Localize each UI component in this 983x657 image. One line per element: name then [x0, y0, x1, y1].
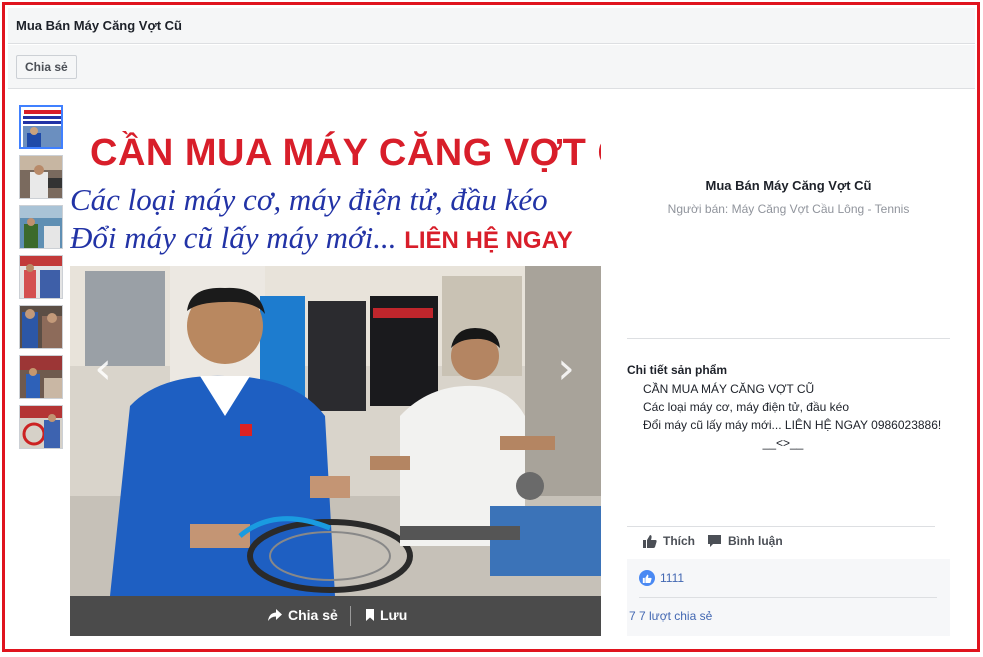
thumbnail-7[interactable] [19, 405, 63, 449]
thumbnail-4[interactable] [19, 255, 63, 299]
comment-button[interactable]: Bình luận [707, 534, 783, 548]
page-title: Mua Bán Máy Căng Vợt Cũ [16, 18, 182, 33]
description-line: Các loại máy cơ, máy điện tử, đầu kéo [643, 400, 849, 414]
thumbnail-2[interactable] [19, 155, 63, 199]
share-button[interactable]: Chia sẻ [16, 55, 77, 79]
like-count-value: 1111 [660, 571, 685, 585]
banner-subline: Các loại máy cơ, máy điện tử, đầu kéo [70, 182, 548, 217]
product-description: CẦN MUA MÁY CĂNG VỢT CŨ Các loại máy cơ,… [643, 380, 941, 452]
shop-photo-illustration [70, 266, 601, 596]
description-line: Đổi máy cũ lấy máy mới... LIÊN HỆ NGAY 0… [643, 418, 942, 432]
thumbnail-image [20, 406, 62, 448]
comment-bubble-icon [708, 535, 721, 547]
save-label: Lưu [380, 607, 408, 623]
thumbnail-image [20, 156, 62, 198]
action-separator [350, 606, 351, 626]
next-image-arrow-icon[interactable]: › [551, 344, 581, 394]
thumbnail-image [20, 206, 62, 248]
image-share-button[interactable]: Chia sẻ [267, 607, 338, 623]
description-line: CẦN MUA MÁY CĂNG VỢT CŨ [643, 382, 815, 396]
image-action-bar: Chia sẻ Lưu [70, 596, 601, 636]
thumbs-up-icon [643, 535, 657, 548]
thumbnail-strip [19, 105, 66, 455]
thumbnail-image [20, 256, 62, 298]
image-banner: CẦN MUA MÁY CĂNG VỢT CŨ Các loại máy cơ,… [70, 104, 601, 264]
like-button[interactable]: Thích [642, 534, 695, 548]
banner-callout-emphasis: LIÊN HỆ NGAY [404, 227, 573, 254]
title-bar: Mua Bán Máy Căng Vợt Cũ [8, 8, 975, 44]
thumbnail-6[interactable] [19, 355, 63, 399]
comment-label: Bình luận [728, 534, 783, 548]
share-count[interactable]: 7 7 lượt chia sẻ [629, 609, 712, 623]
thumbnail-5[interactable] [19, 305, 63, 349]
main-product-image: CẦN MUA MÁY CĂNG VỢT CŨ Các loại máy cơ,… [70, 104, 601, 636]
shop-photo [70, 266, 601, 596]
description-line: __<>__ [762, 436, 804, 450]
previous-image-arrow-icon[interactable]: ‹ [88, 344, 118, 394]
thumbnail-image [21, 107, 61, 147]
reactions-summary: 1111 7 7 lượt chia sẻ [627, 559, 950, 636]
product-title: Mua Bán Máy Căng Vợt Cũ [705, 178, 872, 193]
panel-divider [627, 338, 950, 339]
reactions-divider [639, 597, 937, 598]
thumbnail-image [20, 356, 62, 398]
banner-headline: CẦN MUA MÁY CĂNG VỢT CŨ [90, 132, 601, 174]
details-heading: Chi tiết sản phẩm [627, 363, 728, 377]
thumbnail-1[interactable] [19, 105, 63, 149]
image-share-label: Chia sẻ [288, 607, 338, 623]
banner-callout: Đổi máy cũ lấy máy mới... LIÊN HỆ NGAY [70, 220, 573, 256]
toolbar: Chia sẻ [8, 45, 975, 89]
like-label: Thích [663, 534, 695, 548]
reaction-actions-bar: Thích Bình luận [627, 526, 935, 558]
seller-name[interactable]: Người bán: Máy Căng Vợt Cầu Lông - Tenni… [627, 202, 950, 216]
like-count[interactable]: 1111 [639, 570, 684, 586]
share-arrow-icon [268, 609, 282, 621]
like-reaction-icon [639, 570, 655, 586]
save-button[interactable]: Lưu [365, 607, 407, 623]
bookmark-icon [366, 609, 374, 621]
thumbnail-3[interactable] [19, 205, 63, 249]
banner-callout-text: Đổi máy cũ lấy máy mới... [70, 220, 405, 255]
thumbnail-image [20, 306, 62, 348]
